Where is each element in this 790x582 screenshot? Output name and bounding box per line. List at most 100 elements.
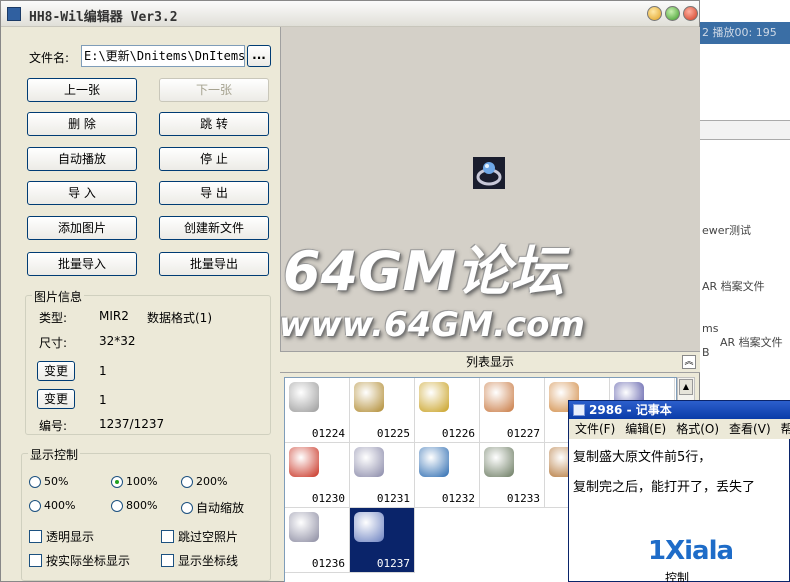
scroll-up-icon[interactable]: ▲	[679, 379, 693, 395]
item-number: 01236	[311, 557, 345, 570]
list-title: 列表显示	[465, 355, 514, 369]
item-icon	[354, 382, 384, 412]
watermark-url: www.64GM.com	[279, 305, 585, 345]
skip-empty-checkbox[interactable]: 跳过空照片	[161, 528, 238, 545]
item-icon	[419, 447, 449, 477]
size-value: 32*32	[99, 334, 136, 348]
item-number: 01230	[311, 492, 345, 505]
item-icon	[484, 382, 514, 412]
item-icon	[484, 447, 514, 477]
type-value: MIR2	[99, 309, 129, 323]
file-path-input[interactable]: E:\更新\Dnitems\DnItems.	[81, 45, 245, 67]
zoom-200-radio[interactable]: 200%	[181, 475, 227, 488]
prev-button[interactable]: 上一张	[27, 78, 137, 102]
new-file-button[interactable]: 创建新文件	[159, 216, 269, 240]
import-button[interactable]: 导 入	[27, 181, 137, 205]
radio-dot	[29, 499, 41, 512]
list-item[interactable]: 01232	[415, 443, 480, 508]
notepad-icon	[573, 404, 585, 416]
item-number: 01227	[506, 427, 540, 440]
item-icon	[354, 512, 384, 542]
list-item[interactable]: 01227	[480, 378, 545, 443]
checkbox-box	[161, 554, 174, 567]
window-title: HH8-Wil编辑器 Ver3.2	[29, 10, 178, 25]
menu-view[interactable]: 查看(V)	[729, 422, 771, 436]
maximize-button[interactable]	[665, 6, 680, 21]
export-button[interactable]: 导 出	[159, 181, 269, 205]
list-item[interactable]: 01226	[415, 378, 480, 443]
zoom-100-radio[interactable]: 100%	[111, 475, 157, 488]
radio-label: 自动缩放	[196, 501, 245, 515]
background-band	[700, 120, 790, 140]
format-value: 数据格式(1)	[147, 311, 212, 325]
batch-import-button[interactable]: 批量导入	[27, 252, 137, 276]
notepad-title-bar[interactable]: 2986 - 记事本	[569, 401, 790, 419]
stop-button[interactable]: 停 止	[159, 147, 269, 171]
change-value-1: 1	[99, 364, 107, 378]
index-label: 编号:	[39, 419, 68, 433]
list-item[interactable]: 01231	[350, 443, 415, 508]
item-number: 01231	[376, 492, 410, 505]
radio-dot	[181, 475, 193, 488]
item-icon	[419, 382, 449, 412]
zoom-800-radio[interactable]: 800%	[111, 499, 157, 512]
menu-file[interactable]: 文件(F)	[575, 422, 615, 436]
close-button[interactable]	[683, 6, 698, 21]
show-coord-lines-checkbox[interactable]: 显示坐标线	[161, 552, 238, 569]
list-item[interactable]: 01233	[480, 443, 545, 508]
actual-coords-checkbox[interactable]: 按实际坐标显示	[29, 552, 130, 569]
change-value-2: 1	[99, 393, 107, 407]
menu-edit[interactable]: 编辑(E)	[625, 422, 666, 436]
list-item[interactable]: 01224	[285, 378, 350, 443]
list-item[interactable]: 01225	[350, 378, 415, 443]
zoom-400-radio[interactable]: 400%	[29, 499, 75, 512]
checkbox-label: 透明显示	[46, 530, 95, 544]
checkbox-box	[29, 554, 42, 567]
list-item[interactable]: 01236	[285, 508, 350, 573]
item-number: 01224	[311, 427, 345, 440]
background-text: AR 档案文件	[720, 336, 783, 349]
delete-button[interactable]: 删 除	[27, 112, 137, 136]
title-bar[interactable]: HH8-Wil编辑器 Ver3.2	[1, 1, 699, 27]
background-text: B	[702, 346, 710, 359]
radio-dot	[111, 475, 123, 488]
zoom-50-radio[interactable]: 50%	[29, 475, 68, 488]
batch-export-button[interactable]: 批量导出	[159, 252, 269, 276]
notepad-footer-label: 控制	[665, 571, 690, 582]
radio-label: 50%	[44, 475, 69, 488]
menu-help[interactable]: 帮	[781, 422, 790, 436]
radio-label: 200%	[196, 475, 228, 488]
change-button-2[interactable]: 变更	[37, 389, 75, 409]
item-icon	[354, 447, 384, 477]
list-item[interactable]: 01230	[285, 443, 350, 508]
item-number: 01225	[376, 427, 410, 440]
autoplay-button[interactable]: 自动播放	[27, 147, 137, 171]
radio-label: 400%	[44, 499, 76, 512]
checkbox-box	[29, 530, 42, 543]
item-icon	[289, 382, 319, 412]
minimize-button[interactable]	[647, 6, 662, 21]
notepad-line: 复制盛大原文件前5行，	[573, 450, 712, 465]
transparent-checkbox[interactable]: 透明显示	[29, 528, 94, 545]
zoom-auto-radio[interactable]: 自动缩放	[181, 499, 244, 516]
checkbox-label: 跳过空照片	[178, 530, 239, 544]
list-item-selected[interactable]: 01237	[350, 508, 415, 573]
next-button[interactable]: 下一张	[159, 78, 269, 102]
checkbox-label: 显示坐标线	[178, 554, 239, 568]
item-icon	[289, 447, 319, 477]
background-text: AR 档案文件	[702, 280, 765, 293]
index-value: 1237/1237	[99, 417, 165, 431]
notepad-text[interactable]: 复制盛大原文件前5行， 复制完之后，能打开了，丢失了	[573, 443, 755, 503]
checkbox-box	[161, 530, 174, 543]
change-button-1[interactable]: 变更	[37, 361, 75, 381]
item-number: 01233	[506, 492, 540, 505]
radio-label: 100%	[126, 475, 158, 488]
background-text: ms	[702, 322, 719, 335]
menu-format[interactable]: 格式(O)	[676, 422, 719, 436]
notepad-menubar: 文件(F) 编辑(E) 格式(O) 查看(V) 帮	[569, 419, 790, 439]
background-taskbar-text: 2 播放00: 195	[700, 22, 790, 44]
browse-button[interactable]: ...	[247, 45, 271, 67]
jump-button[interactable]: 跳 转	[159, 112, 269, 136]
chevron-up-icon[interactable]: ︽	[682, 355, 696, 369]
add-image-button[interactable]: 添加图片	[27, 216, 137, 240]
